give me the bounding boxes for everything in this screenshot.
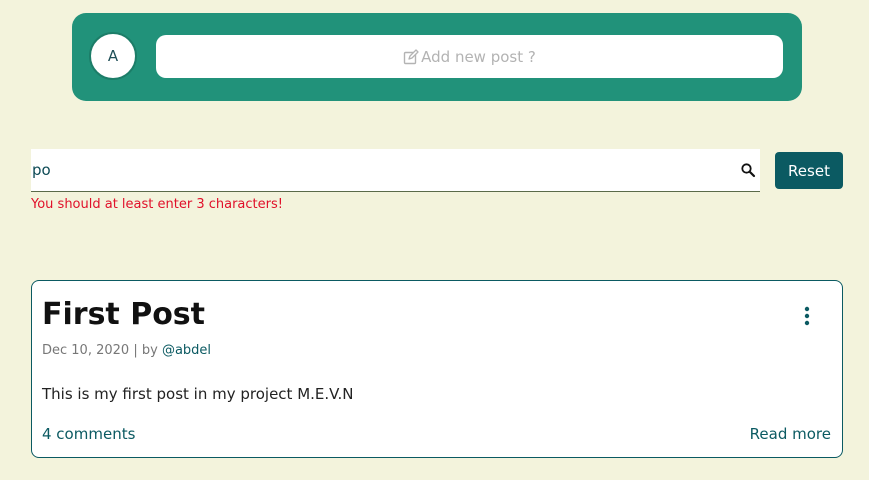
post-card: First Post Dec 10, 2020 | by @abdel This… xyxy=(31,280,843,458)
post-body: This is my first post in my project M.E.… xyxy=(42,385,354,403)
add-new-post-button[interactable]: Add new post ? xyxy=(156,35,783,78)
avatar[interactable]: A xyxy=(89,32,137,80)
kebab-menu-icon[interactable] xyxy=(804,306,810,326)
comments-link[interactable]: 4 comments xyxy=(42,425,135,443)
read-more-link[interactable]: Read more xyxy=(750,425,831,443)
search-error-message: You should at least enter 3 characters! xyxy=(31,197,283,212)
add-new-post-label: Add new post ? xyxy=(421,47,536,66)
new-post-composer: A Add new post ? xyxy=(72,13,802,101)
edit-icon xyxy=(403,48,419,65)
reset-button[interactable]: Reset xyxy=(775,152,843,189)
post-meta: Dec 10, 2020 | by @abdel xyxy=(42,343,211,358)
search-box xyxy=(31,149,760,192)
post-title: First Post xyxy=(42,297,206,332)
post-by-label: | by xyxy=(133,343,158,358)
post-author-link[interactable]: @abdel xyxy=(162,343,211,358)
post-date: Dec 10, 2020 xyxy=(42,343,130,358)
search-input[interactable] xyxy=(31,149,722,191)
search-icon[interactable] xyxy=(740,162,756,178)
